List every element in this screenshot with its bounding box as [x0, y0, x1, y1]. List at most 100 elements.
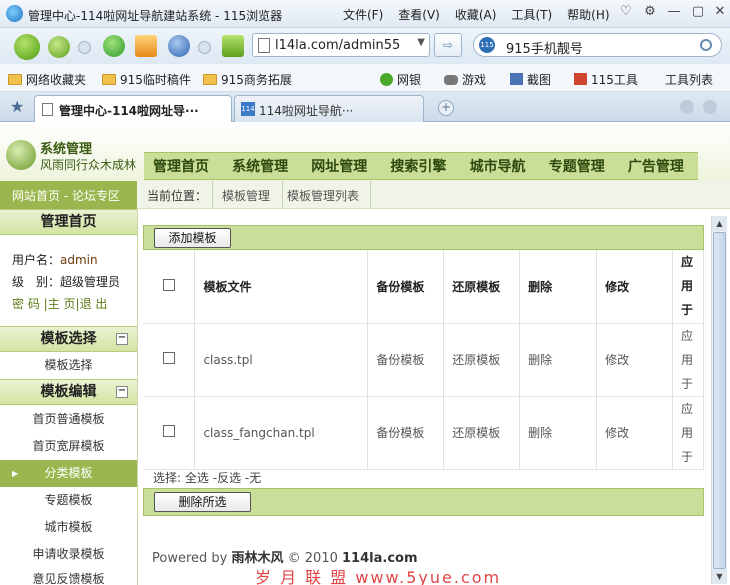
nav-search-engine[interactable]: 搜索引擎: [381, 153, 460, 179]
bookmark-games[interactable]: 游戏: [444, 71, 486, 88]
search-engine-icon[interactable]: 115: [479, 37, 495, 53]
sidebar-item-city[interactable]: 城市模板: [0, 514, 137, 541]
menu-file[interactable]: 文件(F): [343, 6, 383, 23]
bookmark-business[interactable]: 915商务拓展: [203, 71, 292, 88]
edit-link[interactable]: 修改: [596, 396, 673, 470]
selection-controls: 选择: 全选 -反选 -无: [153, 471, 262, 485]
apply-link[interactable]: 应用于: [681, 397, 699, 469]
bookmark-temp-drafts[interactable]: 915临时稿件: [102, 71, 191, 88]
menu-view[interactable]: 查看(V): [398, 6, 440, 23]
section-template-edit[interactable]: 模板编辑 −: [0, 379, 137, 405]
restore-link[interactable]: 还原模板: [443, 396, 521, 470]
nav-city[interactable]: 城市导航: [461, 153, 540, 179]
bottom-toolbar: 删除所选: [143, 488, 704, 516]
bookmark-screenshot[interactable]: 截图: [510, 71, 551, 88]
vertical-scrollbar[interactable]: ▲ ▼: [711, 216, 727, 584]
address-bar[interactable]: l14la.com/admin55 ▼: [252, 33, 430, 57]
scroll-thumb[interactable]: [713, 232, 726, 569]
delete-selected-button[interactable]: 删除所选: [154, 492, 251, 512]
menu-bar: 文件(F) 查看(V) 收藏(A) 工具(T) 帮助(H): [343, 6, 625, 23]
collapse-icon[interactable]: −: [116, 333, 128, 345]
menu-help[interactable]: 帮助(H): [567, 6, 609, 23]
breadcrumb-separator: [273, 181, 283, 209]
bookmark-bank[interactable]: 网银: [380, 71, 421, 88]
address-input[interactable]: l14la.com/admin55: [275, 38, 400, 53]
select-all-link[interactable]: 全选: [185, 471, 209, 485]
search-box[interactable]: 115 915手机靓号: [473, 33, 722, 57]
sidebar-item-template-select[interactable]: 模板选择: [0, 352, 137, 379]
tab-bar: ★ 管理中心-114啦网址导··· 114 114啦网址导航··· +: [0, 92, 730, 123]
menu-favorites[interactable]: 收藏(A): [455, 6, 497, 23]
tab-admin-center[interactable]: 管理中心-114啦网址导···: [34, 95, 232, 123]
browser-window: 管理中心-114啦网址导航建站系统 - 115浏览器 文件(F) 查看(V) 收…: [0, 0, 730, 585]
arrow-right-icon: ▶: [12, 469, 19, 478]
back-button[interactable]: [14, 34, 40, 60]
add-template-button[interactable]: 添加模板: [154, 228, 231, 248]
tab-list-icon[interactable]: [703, 100, 717, 114]
close-button[interactable]: ✕: [706, 2, 730, 22]
star-icon[interactable]: ★: [10, 97, 24, 116]
search-icon[interactable]: [700, 39, 712, 51]
sidebar-item-home-wide[interactable]: 首页宽屏模板: [0, 433, 137, 460]
bookmark-favorites[interactable]: 网络收藏夹: [8, 71, 86, 88]
address-dropdown-icon[interactable]: ▼: [417, 37, 425, 48]
breadcrumb-template-manage[interactable]: 模板管理: [222, 187, 270, 204]
home-button[interactable]: [135, 35, 157, 57]
basket-icon[interactable]: [222, 35, 244, 57]
bookmark-115-tools[interactable]: 115工具: [574, 71, 638, 88]
top-toolbar: 添加模板: [143, 225, 704, 250]
logout-link[interactable]: 退 出: [80, 297, 108, 311]
sidebar-item-category[interactable]: ▶ 分类模板: [0, 460, 137, 487]
delete-link[interactable]: 删除: [519, 396, 598, 470]
apply-link[interactable]: 应用于: [681, 324, 699, 396]
restore-link[interactable]: 还原模板: [443, 323, 521, 397]
nav-system[interactable]: 系统管理: [223, 153, 302, 179]
home-link[interactable]: 主 页: [48, 297, 76, 311]
site-header: 系统管理 风雨同行众木成林 管理首页 系统管理 网址管理 搜索引擎 城市导航 专…: [0, 122, 730, 181]
sidebar-item-topic[interactable]: 专题模板: [0, 487, 137, 514]
sprout-logo-icon: [6, 140, 36, 170]
menu-tools[interactable]: 工具(T): [511, 6, 552, 23]
tab-scroll-icon[interactable]: [680, 100, 694, 114]
password-link[interactable]: 密 码: [12, 297, 40, 311]
tab-114la-navigation[interactable]: 114 114啦网址导航···: [234, 95, 424, 122]
gamepad-icon: [444, 75, 458, 85]
sidebar-item-apply[interactable]: 申请收录模板: [0, 541, 137, 568]
template-content: 添加模板 模板文件 备份模板 还原模板 删除 修改 应用于 class.tpl …: [143, 213, 711, 585]
nav-url[interactable]: 网址管理: [302, 153, 381, 179]
level-line: 级 别：超级管理员: [12, 275, 121, 289]
breadcrumb-template-list[interactable]: 模板管理列表: [287, 187, 359, 204]
row-checkbox[interactable]: [162, 425, 175, 437]
undo-dropdown-icon[interactable]: [198, 41, 211, 54]
select-none-link[interactable]: 无: [249, 471, 261, 485]
new-tab-button[interactable]: +: [438, 100, 454, 116]
select-invert-link[interactable]: 反选: [217, 471, 241, 485]
col-edit: 修改: [596, 250, 673, 324]
section-template-select[interactable]: 模板选择 −: [0, 326, 137, 352]
backup-link[interactable]: 备份模板: [367, 323, 445, 397]
sidebar-item-home-normal[interactable]: 首页普通模板: [0, 406, 137, 433]
search-input[interactable]: 915手机靓号: [506, 38, 583, 57]
sidebar-item-feedback[interactable]: 意见反馈模板: [0, 566, 137, 584]
bookmark-tool-list[interactable]: 工具列表: [665, 71, 713, 88]
row-checkbox[interactable]: [162, 352, 175, 364]
backup-link[interactable]: 备份模板: [367, 396, 445, 470]
go-button[interactable]: ⇨: [434, 33, 462, 57]
refresh-button[interactable]: [103, 35, 125, 57]
scroll-down-icon[interactable]: ▼: [712, 569, 727, 584]
undo-button[interactable]: [168, 35, 190, 57]
nav-admin-home[interactable]: 管理首页: [144, 153, 223, 179]
collapse-icon[interactable]: −: [116, 386, 128, 398]
scroll-up-icon[interactable]: ▲: [712, 216, 727, 231]
main-nav: 管理首页 系统管理 网址管理 搜索引擎 城市导航 专题管理 广告管理: [144, 152, 698, 180]
forward-button[interactable]: [48, 36, 70, 58]
site-links[interactable]: 网站首页 - 论坛专区: [0, 181, 137, 209]
history-dropdown-icon[interactable]: [78, 41, 91, 54]
edit-link[interactable]: 修改: [596, 323, 673, 397]
bookmarks-bar: 网络收藏夹 915临时稿件 915商务拓展 网银 游戏 截图 115工具 工具列…: [0, 64, 730, 92]
nav-ads[interactable]: 广告管理: [619, 153, 698, 179]
nav-topics[interactable]: 专题管理: [540, 153, 619, 179]
delete-link[interactable]: 删除: [519, 323, 598, 397]
col-restore: 还原模板: [443, 250, 521, 324]
select-all-checkbox[interactable]: [162, 278, 175, 291]
